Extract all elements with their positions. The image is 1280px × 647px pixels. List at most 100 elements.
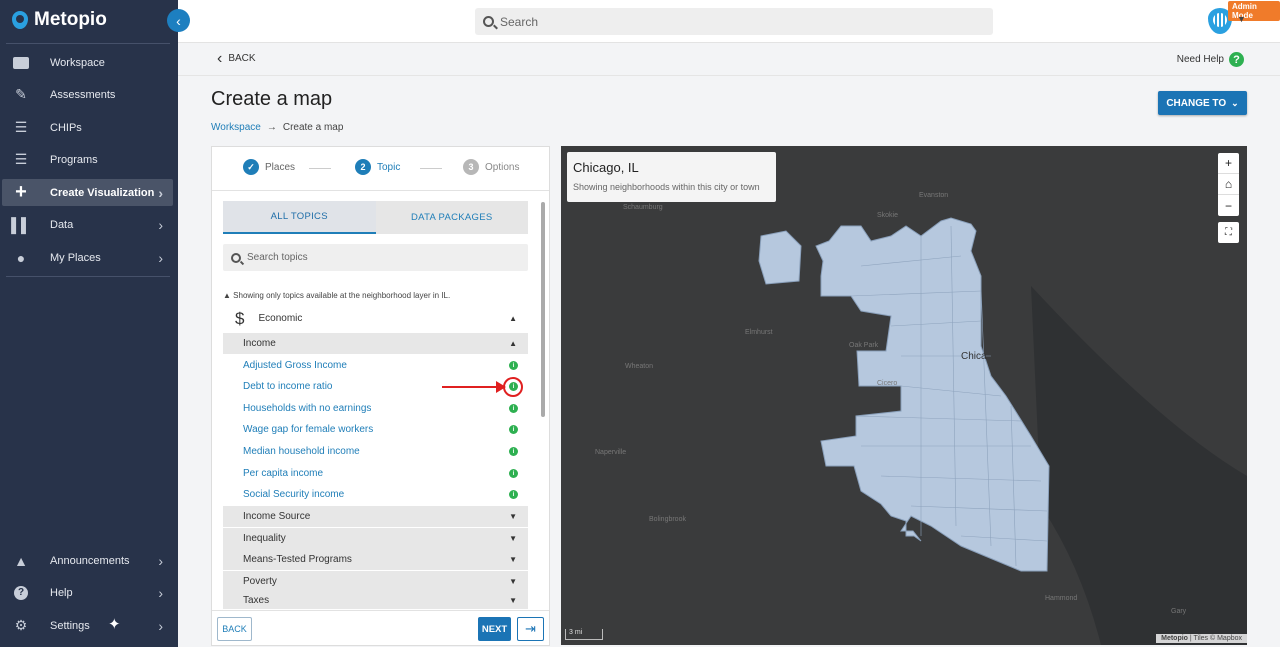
map-attribution: Metopio | Tiles © Mapbox (1156, 634, 1247, 643)
subcategory-label: Income (243, 338, 276, 349)
check-icon: ✓ (243, 159, 259, 175)
sidebar-item-create-visualization[interactable]: + Create Visualization › (2, 179, 173, 206)
chevron-left-icon: ‹ (217, 49, 223, 67)
attribution-brand: Metopio (1161, 635, 1188, 642)
back-button[interactable]: BACK (217, 617, 252, 641)
topic-item[interactable]: Median household income i (223, 441, 528, 462)
sidebar-item-label: Settings (50, 619, 90, 632)
step-topic[interactable]: 2 Topic (355, 159, 400, 175)
group-label: Poverty (243, 576, 277, 587)
help-circle-icon: ? (12, 585, 30, 601)
sparkle-icon[interactable]: ✦ (108, 615, 121, 633)
chevron-right-icon: › (158, 617, 163, 634)
place-description: Showing neighborhoods within this city o… (573, 182, 760, 192)
tab-data-packages[interactable]: DATA PACKAGES (376, 201, 529, 234)
info-icon[interactable]: i (509, 425, 518, 434)
step-options[interactable]: 3 Options (463, 159, 519, 175)
app-logo[interactable]: Metopio (12, 9, 107, 31)
sidebar-item-my-places[interactable]: ● My Places › (2, 244, 173, 271)
chevron-down-icon: ▼ (509, 577, 517, 586)
bell-icon: ▲ (14, 552, 28, 569)
sidebar-item-assessments[interactable]: ✎ Assessments (2, 81, 173, 108)
change-to-button[interactable]: CHANGE TO ⌄ (1158, 91, 1247, 115)
metopio-pin-icon (12, 11, 28, 29)
stepper: ✓ Places 2 Topic 3 Options (212, 147, 549, 191)
map-label: Skokie (877, 212, 899, 219)
map-view[interactable]: Schaumburg Evanston Skokie Wheaton Oak P… (561, 146, 1247, 645)
info-icon[interactable]: i (509, 404, 518, 413)
attribution-text[interactable]: | Tiles © Mapbox (1190, 635, 1242, 642)
dollar-icon: $ (235, 308, 245, 328)
app-name: Metopio (34, 9, 107, 30)
scrollbar-thumb[interactable] (541, 202, 545, 417)
chevron-down-icon: ▼ (509, 534, 517, 543)
back-link[interactable]: ‹ BACK (217, 49, 256, 67)
chevron-up-icon: ▲ (509, 314, 517, 323)
group-label: Taxes (243, 595, 270, 606)
global-search-input[interactable]: Search (475, 8, 993, 35)
sub-bar: ‹ BACK Need Help ? (178, 44, 1280, 76)
location-pin-icon: ● (16, 249, 26, 266)
info-icon[interactable]: i (509, 447, 518, 456)
warning-icon: ▲ (223, 291, 231, 300)
topic-label: Median household income (243, 446, 360, 457)
group-income-source[interactable]: Income Source ▼ (223, 506, 528, 527)
sidebar-item-workspace[interactable]: Workspace (2, 49, 173, 76)
chevron-up-icon: ▲ (509, 339, 517, 348)
fullscreen-button[interactable]: ⛶ (1218, 222, 1239, 243)
need-help-link[interactable]: Need Help ? (1177, 52, 1244, 67)
sidebar-divider (6, 276, 170, 277)
chevron-down-icon[interactable]: ▼ (1237, 14, 1246, 24)
group-poverty[interactable]: Poverty ▼ (223, 571, 528, 592)
info-icon[interactable]: i (509, 361, 518, 370)
topic-item[interactable]: Households with no earnings i (223, 398, 528, 419)
step-places[interactable]: ✓ Places (243, 159, 295, 175)
topic-item[interactable]: Wage gap for female workers i (223, 419, 528, 440)
clipboard-icon: ☰ (14, 119, 28, 135)
sidebar-item-chips[interactable]: ☰ CHIPs (2, 114, 173, 141)
help-icon: ? (1229, 52, 1244, 67)
map-label: Elmhurst (745, 329, 773, 336)
group-label: Income Source (243, 511, 311, 522)
zoom-in-button[interactable]: + (1218, 153, 1239, 174)
sidebar-item-programs[interactable]: ☰ Programs (2, 146, 173, 173)
skip-to-end-button[interactable]: ⇥ (517, 617, 544, 641)
search-icon (231, 252, 241, 263)
topic-label: Adjusted Gross Income (243, 360, 347, 371)
topic-item[interactable]: Adjusted Gross Income i (223, 355, 528, 376)
breadcrumb-current: Create a map (282, 122, 344, 133)
next-button[interactable]: NEXT (478, 617, 511, 641)
category-economic[interactable]: $ Economic ▲ (223, 308, 528, 329)
list-icon: ☰ (14, 151, 28, 167)
info-icon[interactable]: i (509, 490, 518, 499)
collapse-sidebar-button[interactable]: ‹ (167, 9, 190, 32)
scrollbar[interactable] (541, 202, 545, 604)
sidebar-item-data[interactable]: ▌▌ Data › (2, 211, 173, 238)
tab-all-topics[interactable]: ALL TOPICS (223, 201, 376, 234)
map-canvas (758, 217, 1247, 645)
change-to-label: CHANGE TO (1166, 97, 1227, 109)
home-button[interactable]: ⌂ (1218, 174, 1239, 195)
topic-label: Wage gap for female workers (243, 424, 374, 435)
sidebar-item-settings[interactable]: ⚙ Settings ✦ › (2, 612, 173, 639)
chevron-right-icon: › (158, 249, 163, 266)
zoom-out-button[interactable]: − (1218, 195, 1239, 216)
map-label: Wheaton (625, 363, 654, 370)
sidebar-item-announcements[interactable]: ▲ Announcements › (2, 547, 173, 574)
info-icon[interactable]: i (509, 469, 518, 478)
plus-icon: + (15, 181, 27, 203)
sidebar-item-label: Help (50, 586, 73, 599)
topic-item[interactable]: Social Security income i (223, 484, 528, 505)
topic-search-input[interactable]: Search topics (223, 244, 528, 271)
group-inequality[interactable]: Inequality ▼ (223, 528, 528, 549)
breadcrumb-workspace-link[interactable]: Workspace (211, 122, 261, 133)
group-means-tested-programs[interactable]: Means-Tested Programs ▼ (223, 549, 528, 570)
topic-label: Social Security income (243, 489, 345, 500)
step-connector (309, 168, 331, 169)
map-label: Naperville (595, 449, 627, 456)
step-number: 2 (355, 159, 371, 175)
group-taxes[interactable]: Taxes ▼ (223, 592, 528, 609)
topic-item[interactable]: Per capita income i (223, 463, 528, 484)
sidebar-item-help[interactable]: ? Help › (2, 579, 173, 606)
subcategory-income[interactable]: Income ▲ (223, 333, 528, 354)
